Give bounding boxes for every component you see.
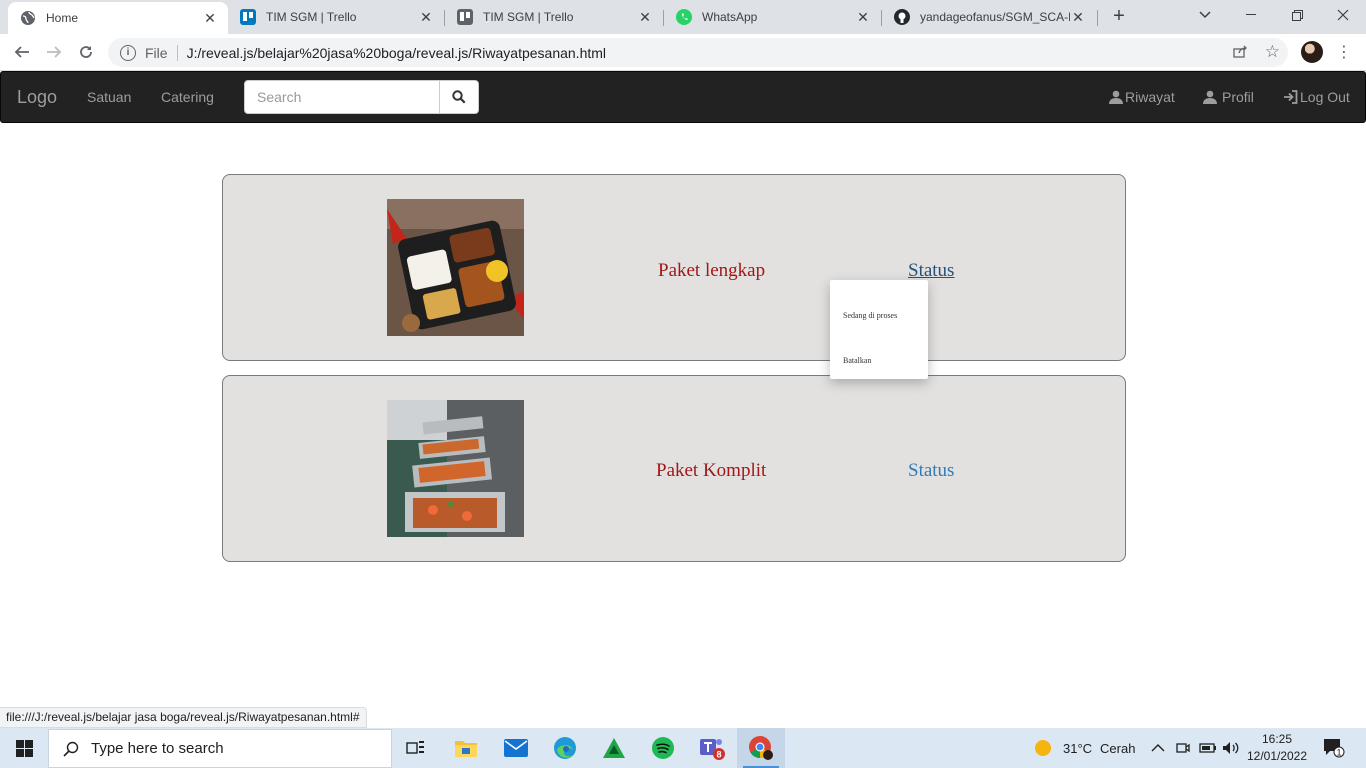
github-icon — [894, 9, 910, 25]
windows-start-icon[interactable] — [0, 728, 48, 768]
trello-icon — [240, 9, 256, 25]
address-bar[interactable]: i File J:/reveal.js/belajar%20jasa%20bog… — [108, 38, 1288, 67]
log-in-icon — [1284, 90, 1298, 104]
close-tab-icon[interactable]: ✕ — [418, 9, 434, 25]
brand-logo[interactable]: Logo — [17, 87, 57, 108]
windows-taskbar: Type here to search 8 31°C Cerah 16:25 1… — [0, 728, 1366, 768]
profile-avatar[interactable] — [1301, 41, 1323, 63]
minimize-icon[interactable] — [1228, 0, 1274, 30]
url-text[interactable]: J:/reveal.js/belajar%20jasa%20boga/revea… — [187, 45, 606, 61]
chevron-up-icon[interactable] — [1151, 728, 1165, 768]
nav-link-label: Log Out — [1300, 89, 1350, 105]
nav-link-logout[interactable]: Log Out — [1283, 89, 1350, 105]
close-tab-icon[interactable]: ✕ — [202, 10, 218, 26]
browser-tab-whatsapp[interactable]: WhatsApp ✕ — [664, 0, 881, 34]
tab-title: WhatsApp — [702, 10, 758, 24]
weather-temp: 31°C — [1063, 740, 1093, 756]
taskbar-search-box[interactable]: Type here to search — [48, 729, 392, 768]
browser-toolbar: i File J:/reveal.js/belajar%20jasa%20bog… — [0, 34, 1366, 71]
bookmark-star-icon[interactable]: ☆ — [1265, 42, 1280, 62]
nav-link-satuan[interactable]: Satuan — [87, 89, 131, 105]
reload-icon[interactable] — [74, 40, 98, 64]
browser-tab-github[interactable]: yandageofanus/SGM_SCA-Pa ✕ — [882, 0, 1096, 34]
tab-title: TIM SGM | Trello — [483, 10, 574, 24]
site-navbar: Logo Satuan Catering Riwayat Profil Log … — [0, 71, 1366, 123]
forward-arrow-icon[interactable] — [42, 40, 66, 64]
search-icon — [63, 741, 79, 757]
browser-menu-icon[interactable]: ⋮ — [1336, 42, 1352, 62]
nav-link-riwayat[interactable]: Riwayat — [1109, 89, 1175, 105]
battery-network-icon[interactable] — [1199, 728, 1217, 768]
package-name: Paket lengkap — [658, 260, 766, 281]
restore-icon[interactable] — [1274, 0, 1320, 30]
whatsapp-icon — [676, 9, 692, 25]
user-icon — [1203, 90, 1217, 104]
browser-tab-strip: Home ✕ TIM SGM | Trello ✕ TIM SGM | Trel… — [0, 0, 1366, 34]
chrome-icon[interactable] — [737, 728, 785, 768]
share-icon[interactable] — [1233, 44, 1248, 61]
nav-link-label: Riwayat — [1125, 89, 1175, 105]
close-tab-icon[interactable]: ✕ — [1070, 9, 1086, 25]
user-icon — [1109, 90, 1123, 104]
green-triangle-app-icon[interactable] — [590, 728, 638, 768]
tab-title: TIM SGM | Trello — [266, 10, 357, 24]
edge-browser-icon[interactable] — [541, 728, 589, 768]
status-link[interactable]: Status — [908, 260, 954, 282]
nav-link-catering[interactable]: Catering — [161, 89, 214, 105]
search-icon — [452, 90, 466, 104]
volume-icon[interactable] — [1222, 728, 1240, 768]
address-separator — [176, 44, 178, 61]
status-dropdown-menu: Sedang di proses Batalkan — [830, 280, 928, 379]
back-arrow-icon[interactable] — [10, 40, 34, 64]
teams-badge-count: 8 — [716, 750, 721, 760]
search-button[interactable] — [440, 80, 479, 114]
weather-widget[interactable]: 31°C Cerah — [1034, 728, 1135, 768]
meet-now-icon[interactable] — [1176, 728, 1190, 768]
search-form — [244, 80, 479, 114]
order-card: Paket Komplit Status — [222, 375, 1126, 562]
browser-tab-trello-2[interactable]: TIM SGM | Trello ✕ — [445, 0, 663, 34]
tab-search-icon[interactable] — [1182, 0, 1228, 30]
tab-title: yandageofanus/SGM_SCA-Pa — [920, 10, 1070, 24]
status-link[interactable]: Status — [908, 460, 954, 482]
teams-icon[interactable]: 8 — [688, 728, 736, 768]
order-card: Paket lengkap Status — [222, 174, 1126, 361]
spotify-icon[interactable] — [639, 728, 687, 768]
search-input[interactable] — [244, 80, 440, 114]
notification-count: 1 — [1336, 748, 1341, 758]
nav-link-profil[interactable]: Profil — [1203, 89, 1254, 105]
close-tab-icon[interactable]: ✕ — [855, 9, 871, 25]
sun-icon — [1035, 740, 1051, 756]
tab-separator — [1097, 10, 1098, 26]
menu-item-cancel[interactable]: Batalkan — [843, 356, 871, 365]
weather-condition: Cerah — [1100, 740, 1136, 756]
close-window-icon[interactable] — [1320, 0, 1366, 30]
close-tab-icon[interactable]: ✕ — [637, 9, 653, 25]
catering-buffet-photo — [387, 400, 524, 537]
new-tab-button[interactable]: + — [1108, 6, 1130, 28]
file-explorer-icon[interactable] — [442, 728, 490, 768]
package-name: Paket Komplit — [656, 460, 767, 481]
browser-tab-trello-1[interactable]: TIM SGM | Trello ✕ — [228, 0, 444, 34]
menu-item-in-process[interactable]: Sedang di proses — [843, 311, 897, 320]
mail-icon[interactable] — [492, 728, 540, 768]
tab-title: Home — [46, 11, 79, 25]
system-clock[interactable]: 16:25 12/01/2022 — [1244, 731, 1310, 765]
info-icon[interactable]: i — [120, 44, 136, 61]
clock-date: 12/01/2022 — [1246, 749, 1308, 763]
notification-center-icon[interactable]: 1 — [1323, 728, 1345, 768]
globe-icon — [20, 10, 36, 26]
trello-icon — [457, 9, 473, 25]
clock-time: 16:25 — [1261, 732, 1293, 746]
browser-tab-home[interactable]: Home ✕ — [8, 2, 228, 34]
scheme-label: File — [145, 44, 168, 61]
task-view-icon[interactable] — [392, 728, 440, 768]
taskbar-search-placeholder: Type here to search — [91, 740, 224, 757]
lunch-box-photo — [387, 199, 524, 336]
link-status-bubble: file:///J:/reveal.js/belajar jasa boga/r… — [0, 707, 367, 728]
nav-link-label: Profil — [1222, 89, 1254, 105]
